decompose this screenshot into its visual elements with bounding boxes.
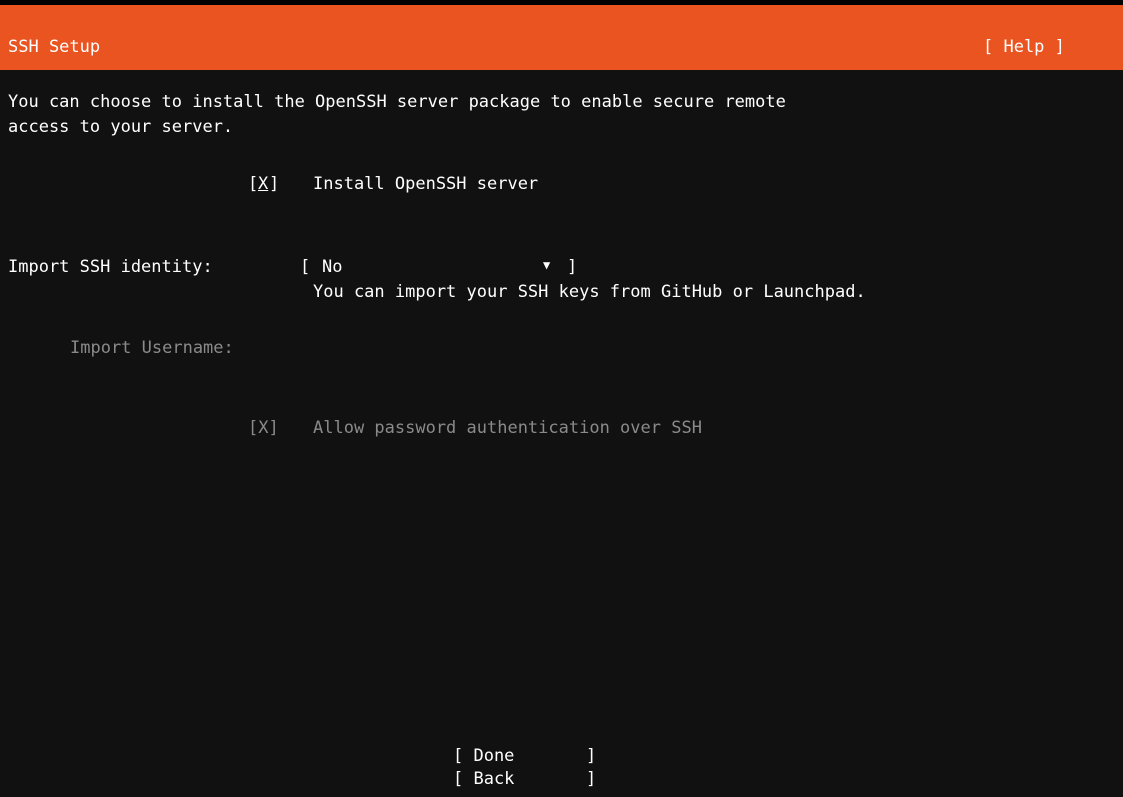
page-title: SSH Setup: [8, 37, 101, 57]
allow-password-checkbox-mark: [X]: [248, 418, 279, 438]
import-username-label: Import Username:: [70, 338, 234, 358]
intro-text-line-2: access to your server.: [8, 117, 234, 137]
chevron-down-icon: ▼: [543, 258, 551, 272]
import-ssh-hint: You can import your SSH keys from GitHub…: [313, 282, 866, 302]
done-button[interactable]: [ Done ]: [453, 744, 596, 768]
import-ssh-identity-label: Import SSH identity:: [8, 257, 213, 277]
checkbox-open-bracket: [: [248, 174, 259, 194]
checkbox-close-bracket: ]: [269, 174, 280, 194]
help-button[interactable]: [ Help ]: [983, 35, 1065, 59]
allow-password-label: Allow password authentication over SSH: [313, 418, 702, 438]
select-close-bracket: ]: [567, 257, 578, 277]
intro-text-line-1: You can choose to install the OpenSSH se…: [8, 92, 786, 112]
select-value: No: [322, 257, 343, 277]
back-button[interactable]: [ Back ]: [453, 767, 596, 791]
checkbox-mark: X: [258, 174, 269, 194]
title-bar: SSH Setup [ Help ]: [0, 5, 1123, 70]
install-openssh-label: Install OpenSSH server: [313, 174, 539, 194]
select-open-bracket: [: [300, 257, 311, 277]
